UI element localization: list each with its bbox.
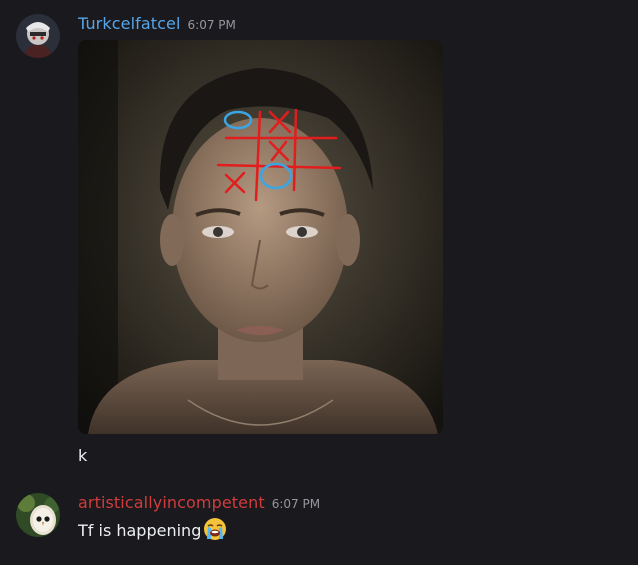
chat-panel: Turkcelfatcel 6:07 PM k artisticallyinco… bbox=[0, 0, 638, 565]
message-text-content: Tf is happening bbox=[78, 521, 202, 540]
message-1: Turkcelfatcel 6:07 PM k bbox=[0, 0, 638, 480]
timestamp[interactable]: 6:07 PM bbox=[188, 18, 236, 32]
user-avatar[interactable] bbox=[16, 14, 60, 58]
owl-avatar[interactable] bbox=[16, 493, 60, 537]
username[interactable]: Turkcelfatcel bbox=[78, 14, 181, 33]
message-header: artisticallyincompetent 6:07 PM bbox=[78, 493, 320, 512]
message-2: artisticallyincompetent 6:07 PM Tf is hap… bbox=[0, 480, 638, 565]
message-text: Tf is happening bbox=[78, 517, 227, 545]
loudly-crying-face-emoji bbox=[203, 517, 227, 545]
image-attachment[interactable] bbox=[78, 40, 443, 434]
timestamp[interactable]: 6:07 PM bbox=[272, 497, 320, 511]
username[interactable]: artisticallyincompetent bbox=[78, 493, 265, 512]
message-header: Turkcelfatcel 6:07 PM bbox=[78, 14, 236, 33]
message-text: k bbox=[78, 446, 88, 465]
